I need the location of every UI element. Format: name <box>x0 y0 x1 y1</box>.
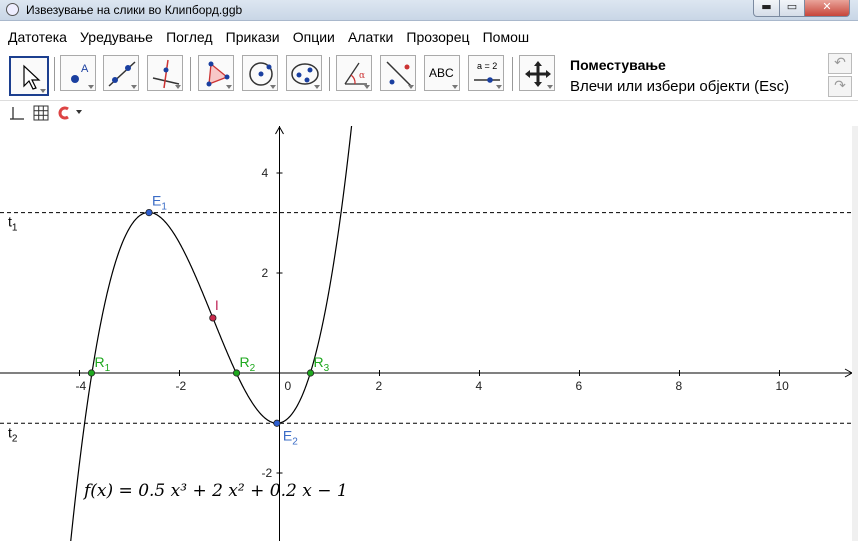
undo-button[interactable]: ↶ <box>828 53 852 74</box>
text-tool-label: ABC <box>429 66 454 80</box>
point-I[interactable] <box>209 314 217 322</box>
point-R2[interactable] <box>232 369 241 377</box>
slider-tool-button[interactable]: a = 2 <box>468 55 504 91</box>
function-label: f(x) = 0.5 x³ + 2 x² + 0.2 x − 1 <box>82 481 348 501</box>
x-tick-label: -4 <box>76 379 87 393</box>
x-tick-label: 0 <box>285 379 292 393</box>
point-R1[interactable] <box>87 369 96 377</box>
move-tool-button[interactable] <box>9 56 49 96</box>
chevron-down-icon[interactable] <box>76 110 82 114</box>
point-label-R2: R2 <box>240 354 256 374</box>
graphics-style-bar <box>0 100 858 126</box>
x-tick-label: 6 <box>576 379 583 393</box>
point-label-I: I <box>215 297 219 313</box>
line-tool-button[interactable] <box>103 55 139 91</box>
menu-file[interactable]: Датотека <box>8 27 67 47</box>
minimize-button[interactable]: ▬ <box>753 0 780 17</box>
point-tool-button[interactable]: A <box>60 55 96 91</box>
menu-help[interactable]: Помош <box>483 27 530 47</box>
menu-window[interactable]: Прозорец <box>406 27 469 47</box>
reflect-tool-button[interactable] <box>380 55 416 91</box>
point-label-E2: E2 <box>283 427 298 447</box>
coordinate-axes <box>0 126 854 541</box>
x-tick-label: 8 <box>676 379 683 393</box>
point-E2[interactable] <box>273 419 281 427</box>
x-tick-label: 2 <box>376 379 383 393</box>
redo-button[interactable]: ↷ <box>828 76 852 97</box>
point-label-R1: R1 <box>94 354 110 374</box>
vertical-scrollbar[interactable] <box>852 126 858 541</box>
x-tick-label: -2 <box>176 379 187 393</box>
geogebra-app-icon <box>6 3 19 16</box>
text-tool-button[interactable]: ABC <box>424 55 460 91</box>
circle-tool-button[interactable] <box>242 55 278 91</box>
function-curve[interactable] <box>70 126 355 541</box>
tangent-label-t1: t1 <box>8 214 18 234</box>
point-R3[interactable] <box>306 369 315 377</box>
menu-tools[interactable]: Алатки <box>348 27 393 47</box>
perpendicular-tool-button[interactable] <box>147 55 183 91</box>
maximize-button[interactable]: ▭ <box>779 0 805 17</box>
window-title: Извезување на слики во Клипборд.ggb <box>26 3 243 17</box>
title-bar: Извезување на слики во Клипборд.ggb ▬ ▭ … <box>0 0 858 21</box>
angle-tool-button[interactable]: α <box>336 55 372 91</box>
polygon-tool-button[interactable] <box>198 55 234 91</box>
active-tool-help: Влечи или избери објекти (Esc) <box>570 78 790 95</box>
style-bar-icons <box>10 105 82 121</box>
tangent-label-t2: t2 <box>8 424 18 444</box>
svg-text:A: A <box>81 63 89 75</box>
x-tick-label: 10 <box>776 379 790 393</box>
ellipse-tool-button[interactable] <box>286 55 322 91</box>
axes-toggle-icon[interactable] <box>10 107 24 120</box>
grid-toggle-icon[interactable] <box>33 105 49 121</box>
y-tick-label: -2 <box>262 466 273 480</box>
point-E1[interactable] <box>145 209 153 217</box>
menu-edit[interactable]: Уредување <box>80 27 153 47</box>
axis-ticks: -4 -2 0 2 4 6 8 10 4 2 -2 <box>76 166 790 480</box>
x-tick-label: 4 <box>476 379 483 393</box>
point-label-R3: R3 <box>314 354 330 374</box>
menu-view[interactable]: Поглед <box>166 27 212 47</box>
y-tick-label: 2 <box>262 266 269 280</box>
graphics-view[interactable]: t1 t2 -4 -2 0 2 4 6 8 10 4 2 -2 E1 E2 I R1 R2 R3 f(x) = … <box>0 126 858 541</box>
svg-text:α: α <box>359 71 365 81</box>
point-label-E1: E1 <box>152 193 167 213</box>
move-graphics-view-tool-button[interactable] <box>519 55 555 91</box>
active-tool-name: Поместување <box>570 57 666 73</box>
menu-perspectives[interactable]: Прикази <box>226 27 280 47</box>
menu-bar: Датотека Уредување Поглед Прикази Опции … <box>0 27 858 49</box>
point-capturing-magnet-icon[interactable] <box>58 106 69 120</box>
close-button[interactable]: ✕ <box>804 0 850 17</box>
y-tick-label: 4 <box>262 166 269 180</box>
menu-options[interactable]: Опции <box>293 27 335 47</box>
